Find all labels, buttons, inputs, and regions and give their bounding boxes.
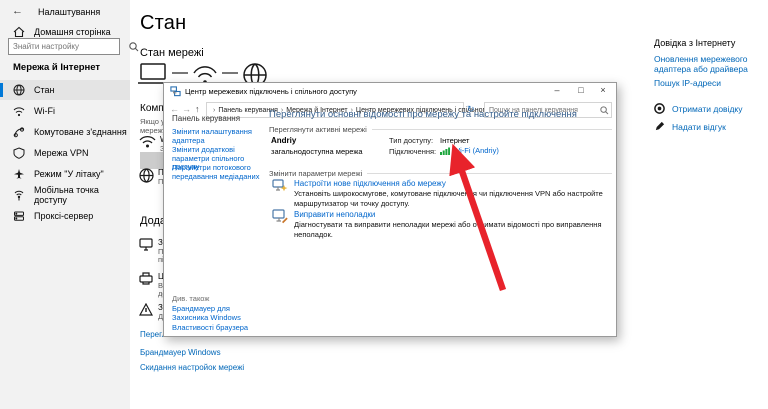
sidebar-home-label: Домашня сторінка xyxy=(34,27,111,37)
desktop: Стан Стан мережі Комп'ю Якщо у ва мережу… xyxy=(0,0,768,409)
sidebar-item-label: Режим "У літаку" xyxy=(34,169,104,179)
show-networks-icon xyxy=(139,168,154,183)
airplane-icon xyxy=(13,168,25,180)
dialog-titlebar: Центр мережевих підключень і спільного д… xyxy=(164,83,616,100)
group-rule xyxy=(367,173,612,174)
page-title: Стан xyxy=(140,12,186,35)
sidebar-item-status[interactable]: Стан xyxy=(0,80,130,100)
globe-icon xyxy=(13,84,25,96)
active-networks-group: Переглянути активні мережі xyxy=(269,125,612,134)
cpl-link-adapter-settings[interactable]: Змінити налаштування адаптера xyxy=(172,128,266,145)
feedback-label: Надати відгук xyxy=(672,122,726,132)
get-help-label: Отримати довідку xyxy=(672,104,742,114)
network-sharing-center-window: Центр мережевих підключень і спільного д… xyxy=(163,82,617,337)
troubleshoot-icon xyxy=(139,303,153,316)
sidebar-item-label: Мережа VPN xyxy=(34,148,89,158)
get-help-row[interactable]: Отримати довідку xyxy=(654,103,742,114)
sidebar-item-wifi[interactable]: Wi-Fi xyxy=(0,101,130,121)
search-icon xyxy=(127,41,141,53)
cpl-home-link[interactable]: Панель керування xyxy=(172,114,240,123)
hotspot-icon xyxy=(13,189,25,201)
network-status-subtitle: Стан мережі xyxy=(140,47,204,59)
sidebar-item-dialup[interactable]: Комутоване з'єднання xyxy=(0,122,130,142)
sidebar-item-hotspot[interactable]: Мобільна точка доступу xyxy=(0,185,130,205)
minimize-button[interactable]: – xyxy=(546,83,568,99)
connection-label: Підключення: xyxy=(389,147,436,156)
vpn-icon xyxy=(13,147,25,159)
access-type-value: Інтернет xyxy=(440,136,469,145)
maximize-button[interactable]: □ xyxy=(570,83,592,99)
access-type-label: Тип доступу: xyxy=(389,136,433,145)
cpl-link-media-streaming[interactable]: Параметри потокового передавання медіада… xyxy=(172,164,266,181)
proxy-icon xyxy=(13,210,25,222)
wifi-signal-icon xyxy=(440,147,450,155)
sharing-center-icon xyxy=(139,272,153,285)
search-icon xyxy=(598,105,611,116)
breadcrumb-separator: › xyxy=(213,107,215,114)
sidebar-item-label: Мобільна точка доступу xyxy=(34,185,130,205)
wifi-status-icon xyxy=(139,134,156,148)
troubleshoot-problems-link[interactable]: Виправити неполадки xyxy=(294,210,375,219)
app-title: Налаштування xyxy=(38,7,100,17)
network-type: загальнодоступна мережа xyxy=(271,147,363,156)
wifi-connection-link[interactable]: Wi-Fi (Andriy) xyxy=(440,146,499,155)
sidebar-item-label: Стан xyxy=(34,85,55,95)
nav-forward-icon[interactable]: → xyxy=(182,104,191,114)
sidebar-item-vpn[interactable]: Мережа VPN xyxy=(0,143,130,163)
see-also-header: Див. також xyxy=(172,294,209,303)
help-icon xyxy=(654,103,665,114)
nav-up-icon[interactable]: ↑ xyxy=(195,104,200,114)
home-icon xyxy=(13,26,25,38)
settings-sidebar: ← Налаштування Домашня сторінка Мережа й… xyxy=(0,0,130,409)
sidebar-item-label: Комутоване з'єднання xyxy=(34,127,127,137)
network-center-icon xyxy=(170,86,181,97)
change-settings-group: Змінити параметри мережі xyxy=(269,169,612,178)
back-icon[interactable]: ← xyxy=(12,5,23,17)
cpl-link-internet-options[interactable]: Властивості браузера xyxy=(172,324,266,333)
settings-search-box[interactable] xyxy=(8,38,120,55)
dialog-title: Центр мережевих підключень і спільного д… xyxy=(185,87,357,96)
dialup-icon xyxy=(13,126,25,138)
sidebar-item-label: Проксі-сервер xyxy=(34,211,93,221)
cpl-link-defender-firewall[interactable]: Брандмауер для Захисника Windows xyxy=(172,305,266,322)
feedback-icon xyxy=(654,121,665,132)
network-reset-link[interactable]: Скидання настройок мережі xyxy=(140,363,244,372)
help-panel-header: Довідка з Інтернету xyxy=(654,38,735,48)
setup-new-connection-link[interactable]: Настроїти нове підключення або мережу xyxy=(294,179,446,188)
group-rule xyxy=(372,129,612,130)
setup-new-connection-desc: Установіть широкосмугове, комутоване під… xyxy=(294,189,624,208)
cpl-heading: Переглянути основні відомості про мережу… xyxy=(269,109,577,120)
active-networks-label: Переглянути активні мережі xyxy=(269,125,367,134)
sidebar-item-airplane[interactable]: Режим "У літаку" xyxy=(0,164,130,184)
wifi-icon xyxy=(13,105,25,117)
change-settings-label: Змінити параметри мережі xyxy=(269,169,362,178)
properties-button[interactable] xyxy=(140,152,163,169)
help-link-adapter[interactable]: Оновлення мережевого адаптера або драйве… xyxy=(654,54,762,74)
feedback-row[interactable]: Надати відгук xyxy=(654,121,726,132)
troubleshoot-problems-icon xyxy=(272,208,288,224)
nav-back-icon[interactable]: ← xyxy=(170,104,179,114)
sidebar-section-header: Мережа й Інтернет xyxy=(13,62,100,73)
network-name: Andriy xyxy=(271,136,296,145)
help-link-ip[interactable]: Пошук IP-адреси xyxy=(654,78,721,88)
close-button[interactable]: × xyxy=(592,83,614,99)
wifi-connection-label: Wi-Fi (Andriy) xyxy=(453,146,499,155)
adapter-settings-icon xyxy=(139,238,153,251)
settings-search-input[interactable] xyxy=(9,42,127,51)
sidebar-item-proxy[interactable]: Проксі-сервер xyxy=(0,206,130,226)
sidebar-item-label: Wi-Fi xyxy=(34,106,55,116)
windows-firewall-link[interactable]: Брандмауер Windows xyxy=(140,348,221,357)
troubleshoot-problems-desc: Діагностувати та виправити неполадки мер… xyxy=(294,220,624,239)
new-connection-icon xyxy=(272,178,288,194)
